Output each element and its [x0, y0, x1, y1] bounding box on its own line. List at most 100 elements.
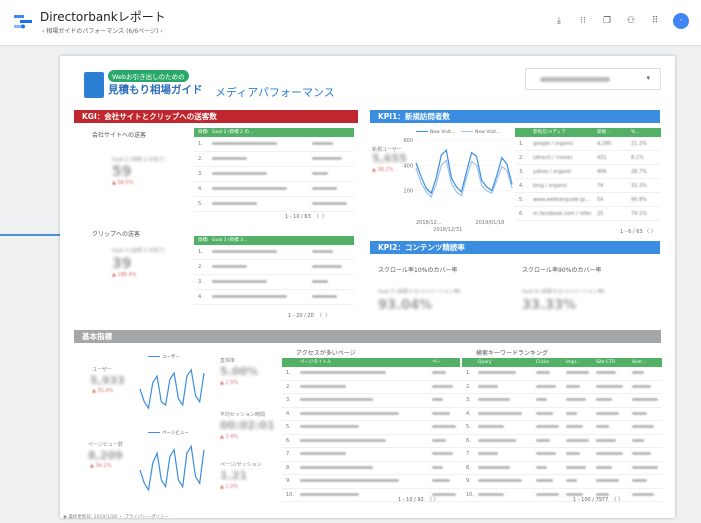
table-row[interactable]: 2.	[194, 260, 354, 275]
date-range-picker[interactable]: ▾	[525, 68, 661, 90]
table-cell	[628, 448, 662, 461]
x-tick-label: 2019/01/18	[476, 220, 505, 226]
table-row[interactable]: 3.	[282, 394, 460, 408]
column-header[interactable]	[282, 358, 296, 367]
table-row[interactable]: 3.	[462, 394, 662, 408]
column-header[interactable]: Impr...	[562, 358, 592, 367]
table-row[interactable]: 10.	[462, 489, 662, 502]
table-cell	[296, 381, 428, 394]
new-users-delta: ▲ 38.2%	[372, 167, 394, 173]
table-cell: 25	[597, 211, 604, 217]
table-row[interactable]: 4.	[282, 408, 460, 421]
column-header[interactable]	[462, 358, 474, 367]
table-row[interactable]: 5.	[462, 421, 662, 435]
table-row[interactable]: 1.	[194, 137, 354, 152]
company-goal-value: 59	[112, 164, 132, 180]
column-header[interactable]: %...	[627, 128, 661, 137]
table-row[interactable]: 8.	[462, 462, 662, 475]
user-add-icon[interactable]: ⚇	[625, 16, 637, 26]
table-row[interactable]: 9.	[282, 475, 460, 489]
table-cell	[296, 435, 428, 448]
table-cell	[628, 421, 662, 434]
table-row[interactable]: 4.	[194, 182, 354, 197]
pager-text: 1 - 100 / 7977	[573, 497, 609, 503]
table-header: 参照元/メディア 新規...%...	[515, 128, 661, 137]
keyword-ranking-pager[interactable]: 1 - 100 / 7977 〈 〉	[573, 496, 623, 503]
copy-icon[interactable]: ❐	[601, 16, 613, 26]
pageviews-value: 8,209	[88, 449, 123, 462]
table-row[interactable]: 2.	[462, 381, 662, 394]
page-navigator[interactable]: ‹ 相場ガイドのパフォーマンス (6/6ページ) ›	[42, 26, 163, 35]
table-row[interactable]: 4. bing / organic 74 32.3%	[515, 179, 661, 193]
table-cell	[428, 475, 460, 488]
column-header[interactable]: 参照元/メディア	[529, 128, 593, 137]
clip-send-label: クリップへの送客	[92, 231, 141, 238]
company-goal-table: 目標の完了場所Goal 2 (目標 2 の... 1. 2. 3. 4. 5.	[194, 128, 354, 212]
download-icon[interactable]: ⤓	[553, 16, 565, 26]
column-header[interactable]: Site CTR	[592, 358, 628, 367]
column-header[interactable]: Clicks	[532, 358, 562, 367]
table-row[interactable]: 5.	[282, 421, 460, 435]
table-cell	[296, 448, 428, 461]
table-cell	[208, 167, 308, 181]
table-header: 目標の完了場所Goal 2 (目標 2 の...	[194, 128, 354, 137]
table-row[interactable]: 3. yahoo / organic 406 28.7%	[515, 165, 661, 179]
table-cell	[428, 381, 460, 394]
table-row[interactable]: 7.	[282, 448, 460, 462]
table-row[interactable]: 3.	[194, 167, 354, 182]
table-cell: 431	[597, 155, 607, 161]
table-row[interactable]: 5. www.webtanguide.jp... 54 90.8%	[515, 193, 661, 207]
avg-session-value: 00:02:01	[220, 419, 275, 432]
avatar[interactable]: ·	[673, 13, 689, 29]
column-header[interactable]: ページタイトル	[296, 358, 428, 367]
table-row[interactable]: 1.	[282, 367, 460, 381]
column-header[interactable]: 目標の完了場所	[194, 128, 208, 137]
table-row[interactable]: 5.	[194, 197, 354, 212]
table-row[interactable]: 6.	[282, 435, 460, 448]
table-cell	[562, 448, 592, 461]
report-name[interactable]: Directorbankレポート	[40, 8, 166, 25]
table-row[interactable]: 9.	[462, 475, 662, 489]
table-row[interactable]: 3.	[194, 275, 354, 290]
table-row[interactable]: 1.	[194, 245, 354, 260]
table-cell	[296, 408, 428, 421]
table-header: 目標の完了場所Goal 3 (目標 3...	[194, 236, 354, 245]
column-header[interactable]: Goal 2 (目標 2 の...	[208, 128, 308, 137]
table-cell: 1.	[466, 370, 471, 376]
column-header[interactable]: Query	[474, 358, 532, 367]
table-cell	[592, 462, 628, 475]
table-row[interactable]: 6. m.facebook.com / refer... 25 74.1%	[515, 207, 661, 221]
table-row[interactable]: 4.	[194, 290, 354, 305]
chevron-down-icon: ▾	[646, 74, 650, 82]
table-cell	[592, 394, 628, 407]
table-row[interactable]: 1.	[462, 367, 662, 381]
column-header[interactable]: 新規...	[593, 128, 627, 137]
column-header[interactable]: ペー	[428, 358, 460, 367]
table-row[interactable]: 4.	[462, 408, 662, 421]
pager-text: 1 - 20 / 20	[288, 313, 314, 319]
table-row[interactable]: 8.	[282, 462, 460, 475]
column-header[interactable]: Aver...	[628, 358, 662, 367]
column-header[interactable]: 目標の完了場所	[194, 236, 208, 245]
top-pages-pager[interactable]: 1 - 10 / 92 〈 〉	[398, 496, 439, 503]
clip-table-pager[interactable]: 1 - 20 / 20 〈 〉	[288, 312, 330, 319]
table-row[interactable]: 2. (direct) / (none) 431 8.1%	[515, 151, 661, 165]
table-row[interactable]: 2.	[194, 152, 354, 167]
table-row[interactable]: 6.	[462, 435, 662, 448]
apps-icon[interactable]: ⠿	[649, 16, 661, 26]
table-row[interactable]: 7.	[462, 448, 662, 462]
table-row[interactable]: 1. google / organic 4,295 21.2%	[515, 137, 661, 151]
kpi1-table-pager[interactable]: 1 - 6 / 63 〈 〉	[620, 228, 656, 235]
table-cell: bing / organic	[533, 183, 568, 189]
brand-name: 見積もり相場ガイド	[108, 84, 203, 96]
company-send-label: 会社サイトへの送客	[92, 132, 147, 139]
company-table-pager[interactable]: 1 - 10 / 63 〈 〉	[285, 213, 327, 220]
table-cell	[562, 408, 592, 421]
table-row[interactable]: 2.	[282, 381, 460, 394]
grid-small-icon[interactable]: ⁝⁝	[577, 16, 589, 26]
y-tick-label: 600	[403, 138, 413, 144]
table-cell	[296, 475, 428, 488]
column-header[interactable]: Goal 3 (目標 3...	[208, 236, 308, 245]
column-header[interactable]	[515, 128, 529, 137]
table-cell	[592, 435, 628, 448]
